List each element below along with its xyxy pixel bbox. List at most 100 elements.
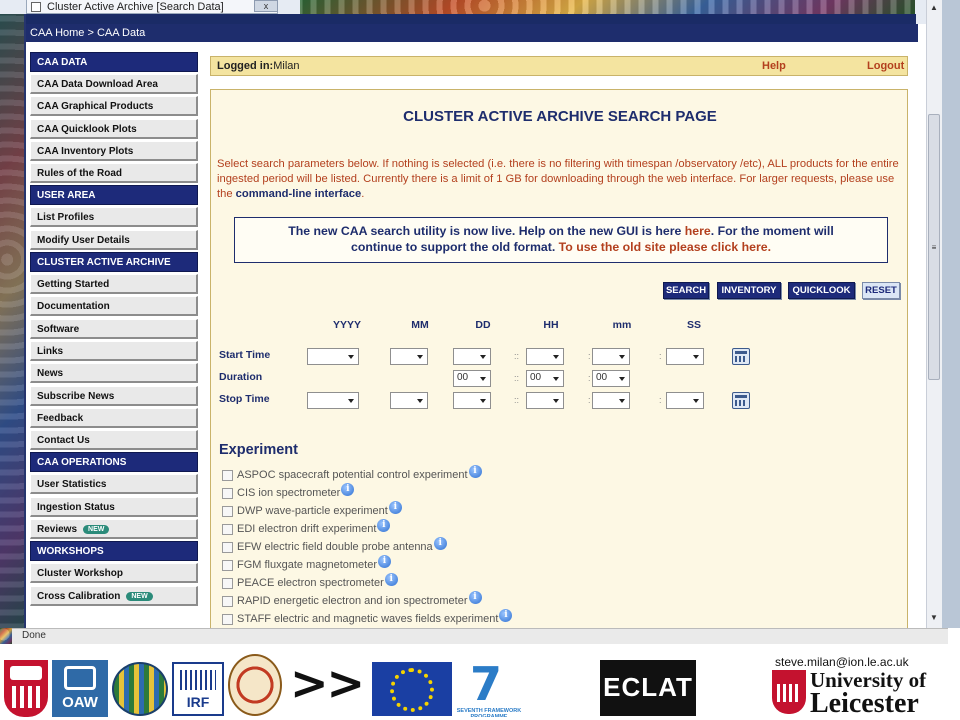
reset-button[interactable]: RESET <box>862 282 900 299</box>
nav-item[interactable]: Software <box>30 318 198 339</box>
stop-mm-select[interactable] <box>592 392 630 409</box>
nav-item[interactable]: Documentation <box>30 296 198 317</box>
info-icon[interactable]: i <box>377 518 391 532</box>
stop-ss-select[interactable] <box>666 392 704 409</box>
start-yyyy-select[interactable] <box>307 348 359 365</box>
experiment-label: ASPOC spacecraft potential control exper… <box>237 469 468 481</box>
eu-stars-icon <box>390 668 434 712</box>
experiment-option: RAPID energetic electron and ion spectro… <box>222 590 482 609</box>
help-link[interactable]: Help <box>762 60 786 72</box>
stop-calendar-icon[interactable] <box>732 392 750 409</box>
experiment-checkbox[interactable] <box>222 541 233 553</box>
stop-hh-select[interactable] <box>526 392 564 409</box>
nav-item[interactable]: Modify User Details <box>30 229 198 250</box>
experiment-checkbox[interactable] <box>222 577 233 589</box>
experiment-checkbox[interactable] <box>222 559 233 571</box>
irf-logo-text: IRF <box>186 694 210 710</box>
duration-mm-select[interactable]: 00 <box>592 370 630 387</box>
old-site-link[interactable]: To use the old site please click here. <box>559 240 771 254</box>
notice-line-1: The new CAA search utility is now live. … <box>235 223 887 239</box>
nav-item[interactable]: Getting Started <box>30 274 198 295</box>
nav-item-label: CAA Quicklook Plots <box>37 123 137 135</box>
info-icon[interactable]: i <box>378 554 392 568</box>
stop-yyyy-select[interactable] <box>307 392 359 409</box>
start-mm-select[interactable] <box>592 348 630 365</box>
experiment-checkbox[interactable] <box>222 487 233 499</box>
nav-section-heading: WORKSHOPS <box>30 541 198 562</box>
leicester-shield-logo <box>772 670 806 714</box>
nav-item[interactable]: CAA Inventory Plots <box>30 140 198 161</box>
time-separator: : <box>588 395 591 405</box>
experiment-option: STAFF electric and magnetic waves fields… <box>222 608 513 627</box>
stop-mm-select[interactable] <box>390 392 428 409</box>
nav-item[interactable]: Cross Calibration NEW <box>30 585 198 606</box>
nav-item[interactable]: Links <box>30 340 198 361</box>
experiment-checkbox[interactable] <box>222 505 233 517</box>
nav-item[interactable]: CAA Quicklook Plots <box>30 118 198 139</box>
experiment-checkbox[interactable] <box>222 613 233 625</box>
notice-line-2: continue to support the old format. To u… <box>235 239 887 255</box>
nav-item[interactable]: CAA Graphical Products <box>30 96 198 117</box>
info-icon[interactable]: i <box>433 536 447 550</box>
experiment-option: DWP wave-particle experiment i <box>222 500 402 519</box>
login-bar: Logged in:Milan Help Logout <box>210 56 908 76</box>
scroll-down-icon[interactable]: ▼ <box>928 612 940 624</box>
eu-flag-logo <box>372 662 452 716</box>
nav-item[interactable]: Contact Us <box>30 430 198 451</box>
info-icon[interactable]: i <box>388 500 402 514</box>
start-ss-select[interactable] <box>666 348 704 365</box>
status-artwork <box>0 628 12 644</box>
gui-help-here-link[interactable]: here <box>685 224 711 238</box>
info-icon[interactable]: i <box>384 572 398 586</box>
nav-item[interactable]: CAA Data Download Area <box>30 74 198 94</box>
command-line-interface-link[interactable]: command-line interface <box>236 188 362 200</box>
nav-item[interactable]: Subscribe News <box>30 385 198 406</box>
nav-item[interactable]: Feedback <box>30 407 198 428</box>
nav-item[interactable]: User Statistics <box>30 474 198 495</box>
tab-close-icon[interactable]: x <box>254 0 278 12</box>
breadcrumb-home-link[interactable]: CAA Home <box>30 27 84 39</box>
experiment-heading: Experiment <box>219 442 298 458</box>
experiment-checkbox[interactable] <box>222 523 233 535</box>
quicklook-button[interactable]: QUICKLOOK <box>788 282 855 299</box>
time-separator: : <box>588 351 591 361</box>
info-icon[interactable]: i <box>468 464 482 478</box>
experiment-label: EFW electric field double probe antenna <box>237 541 433 553</box>
browser-tab[interactable]: Cluster Active Archive [Search Data] <box>26 0 278 14</box>
experiment-checkbox[interactable] <box>222 469 233 481</box>
experiment-checkbox[interactable] <box>222 595 233 607</box>
start-hh-select[interactable] <box>526 348 564 365</box>
experiment-option: PEACE electron spectrometer i <box>222 572 398 591</box>
start-mm-select[interactable] <box>390 348 428 365</box>
logout-link[interactable]: Logout <box>867 60 904 72</box>
info-icon[interactable]: i <box>468 590 482 604</box>
nav-item[interactable]: Reviews NEW <box>30 519 198 540</box>
time-separator: :: <box>514 351 520 361</box>
start-calendar-icon[interactable] <box>732 348 750 365</box>
start-dd-select[interactable] <box>453 348 491 365</box>
scroll-up-icon[interactable]: ▲ <box>928 2 940 14</box>
time-column-header: HH <box>543 319 559 331</box>
fp7-caption: SEVENTH FRAMEWORK PROGRAMME <box>456 708 522 717</box>
nav-section-heading: USER AREA <box>30 185 198 206</box>
stop-dd-select[interactable] <box>453 392 491 409</box>
nav-item[interactable]: Ingestion Status <box>30 496 198 517</box>
irf-wave-icon <box>180 670 216 690</box>
experiment-option: FGM fluxgate magnetometer i <box>222 554 392 573</box>
intro-text: Select search parameters below. If nothi… <box>217 157 901 201</box>
duration-hh-select[interactable]: 00 <box>526 370 564 387</box>
info-icon[interactable]: i <box>341 482 355 496</box>
search-button[interactable]: SEARCH <box>663 282 709 299</box>
nav-item[interactable]: List Profiles <box>30 207 198 228</box>
info-icon[interactable]: i <box>499 608 513 622</box>
nav-item[interactable]: Cluster Workshop <box>30 563 198 584</box>
nav-item-label: Cluster Workshop <box>37 568 123 580</box>
nav-item[interactable]: Rules of the Road <box>30 163 198 184</box>
nav-section-heading: CAA DATA <box>30 52 198 72</box>
banner-band <box>26 14 916 24</box>
breadcrumb-current[interactable]: CAA Data <box>97 27 145 39</box>
nav-item[interactable]: News <box>30 363 198 384</box>
duration-dd-select[interactable]: 00 <box>453 370 491 387</box>
experiment-label: STAFF electric and magnetic waves fields… <box>237 613 499 625</box>
inventory-button[interactable]: INVENTORY <box>717 282 781 299</box>
